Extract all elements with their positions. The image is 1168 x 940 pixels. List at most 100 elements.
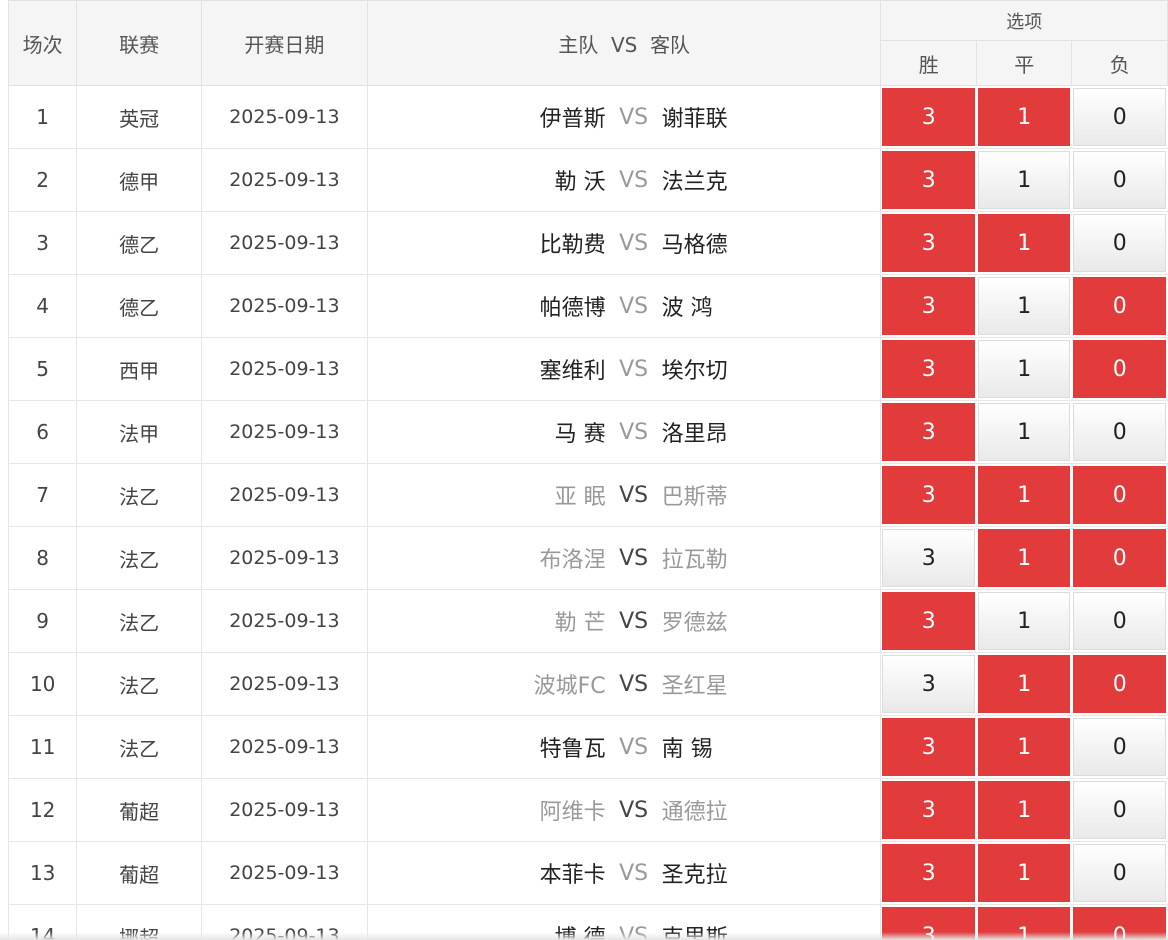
option-win-button[interactable]: 3	[882, 718, 975, 776]
home-team: 特鲁瓦	[539, 737, 606, 762]
option-draw-button[interactable]: 1	[977, 403, 1071, 461]
option-draw-button[interactable]: 1	[977, 718, 1071, 776]
option-cell: 1	[976, 841, 1073, 905]
option-loss-button[interactable]: 0	[1073, 340, 1166, 398]
option-draw-button[interactable]: 1	[977, 214, 1071, 272]
away-team: 谢菲联	[661, 107, 728, 132]
vs-label: VS	[619, 860, 649, 886]
option-win-button[interactable]: 3	[882, 88, 975, 146]
option-cell: 1	[976, 274, 1073, 338]
header-away: 客队	[650, 32, 691, 57]
option-win-button[interactable]: 3	[882, 781, 975, 839]
option-win-button[interactable]: 3	[882, 403, 975, 461]
option-draw-button[interactable]: 1	[977, 655, 1071, 713]
option-loss-button[interactable]: 0	[1073, 214, 1166, 272]
match-teams-line: 塞维利 VS 埃尔切	[368, 353, 881, 385]
home-team: 波城FC	[533, 674, 606, 699]
option-win-button[interactable]: 3	[882, 340, 975, 398]
option-draw-button[interactable]: 1	[977, 151, 1071, 209]
option-win-button[interactable]: 3	[882, 844, 975, 902]
table-header: 场次 联赛 开赛日期 主队 VS 客队 选项 胜 平 负	[7, 0, 1168, 86]
option-win-button[interactable]: 3	[882, 592, 975, 650]
match-table: 场次 联赛 开赛日期 主队 VS 客队 选项 胜 平 负 1 英冠 2025-0…	[7, 0, 1168, 940]
header-teams: 主队 VS 客队	[366, 0, 882, 86]
away-team: 通德拉	[661, 800, 728, 825]
option-cell: 1	[976, 778, 1073, 842]
option-loss-button[interactable]: 0	[1073, 844, 1166, 902]
league-name: 法乙	[76, 715, 202, 779]
option-win-button[interactable]: 3	[882, 151, 975, 209]
league-name: 法甲	[76, 400, 202, 464]
league-name: 法乙	[76, 652, 202, 716]
match-teams: 布洛涅 VS 拉瓦勒	[367, 526, 882, 590]
option-loss-button[interactable]: 0	[1073, 718, 1166, 776]
match-teams: 亚 眠 VS 巴斯蒂	[367, 463, 882, 527]
match-number: 8	[7, 526, 78, 590]
option-cell: 3	[880, 211, 977, 275]
home-team: 帕德博	[539, 296, 606, 321]
league-name: 葡超	[76, 778, 202, 842]
option-draw-button[interactable]: 1	[977, 88, 1071, 146]
option-loss-button[interactable]: 0	[1073, 592, 1166, 650]
option-cell: 1	[976, 463, 1073, 527]
league-name: 西甲	[76, 337, 202, 401]
option-cell: 3	[880, 778, 977, 842]
option-loss-button[interactable]: 0	[1073, 781, 1166, 839]
bottom-shadow	[0, 932, 1168, 940]
option-draw-button[interactable]: 1	[977, 781, 1071, 839]
option-win-button[interactable]: 3	[882, 655, 975, 713]
vs-label: VS	[619, 734, 649, 760]
option-cell: 3	[880, 589, 977, 653]
match-number: 7	[7, 463, 78, 527]
table-row: 7 法乙 2025-09-13 亚 眠 VS 巴斯蒂 3 1 0	[7, 463, 1168, 527]
option-cell: 0	[1071, 589, 1168, 653]
option-loss-button[interactable]: 0	[1073, 466, 1166, 524]
option-draw-button[interactable]: 1	[977, 529, 1071, 587]
match-number: 6	[7, 400, 78, 464]
table-row: 12 葡超 2025-09-13 阿维卡 VS 通德拉 3 1 0	[7, 778, 1168, 842]
vs-label: VS	[619, 545, 649, 571]
option-draw-button[interactable]: 1	[977, 466, 1071, 524]
match-teams: 本菲卡 VS 圣克拉	[367, 841, 882, 905]
option-win-button[interactable]: 3	[882, 214, 975, 272]
match-date: 2025-09-13	[201, 841, 368, 905]
away-team: 拉瓦勒	[661, 548, 728, 573]
option-loss-button[interactable]: 0	[1073, 88, 1166, 146]
match-teams-line: 伊普斯 VS 谢菲联	[368, 101, 881, 133]
away-team: 罗德兹	[661, 611, 728, 636]
match-number: 13	[7, 841, 78, 905]
away-team: 南 锡	[661, 737, 713, 762]
option-cell: 3	[880, 337, 977, 401]
away-team: 圣红星	[661, 674, 728, 699]
option-draw-button[interactable]: 1	[977, 340, 1071, 398]
option-loss-button[interactable]: 0	[1073, 655, 1166, 713]
option-win-button[interactable]: 3	[882, 277, 975, 335]
match-teams: 帕德博 VS 波 鸿	[367, 274, 882, 338]
option-cell: 3	[880, 148, 977, 212]
option-draw-button[interactable]: 1	[977, 592, 1071, 650]
away-team: 波 鸿	[661, 296, 713, 321]
option-draw-button[interactable]: 1	[977, 844, 1071, 902]
table-row: 5 西甲 2025-09-13 塞维利 VS 埃尔切 3 1 0	[7, 337, 1168, 401]
option-loss-button[interactable]: 0	[1073, 403, 1166, 461]
match-teams: 马 赛 VS 洛里昂	[367, 400, 882, 464]
match-teams: 特鲁瓦 VS 南 锡	[367, 715, 882, 779]
option-draw-button[interactable]: 1	[977, 277, 1071, 335]
option-cell: 0	[1071, 400, 1168, 464]
match-date: 2025-09-13	[201, 463, 368, 527]
option-loss-button[interactable]: 0	[1073, 151, 1166, 209]
header-draw: 平	[975, 40, 1073, 86]
league-name: 德乙	[76, 274, 202, 338]
option-cell: 3	[880, 463, 977, 527]
option-loss-button[interactable]: 0	[1073, 529, 1166, 587]
home-team: 伊普斯	[539, 107, 606, 132]
option-win-button[interactable]: 3	[882, 529, 975, 587]
option-cell: 1	[976, 148, 1073, 212]
vs-label: VS	[619, 419, 649, 445]
option-win-button[interactable]: 3	[882, 466, 975, 524]
option-loss-button[interactable]: 0	[1073, 277, 1166, 335]
match-date: 2025-09-13	[201, 337, 368, 401]
match-date: 2025-09-13	[201, 526, 368, 590]
table-row: 6 法甲 2025-09-13 马 赛 VS 洛里昂 3 1 0	[7, 400, 1168, 464]
match-teams: 比勒费 VS 马格德	[367, 211, 882, 275]
